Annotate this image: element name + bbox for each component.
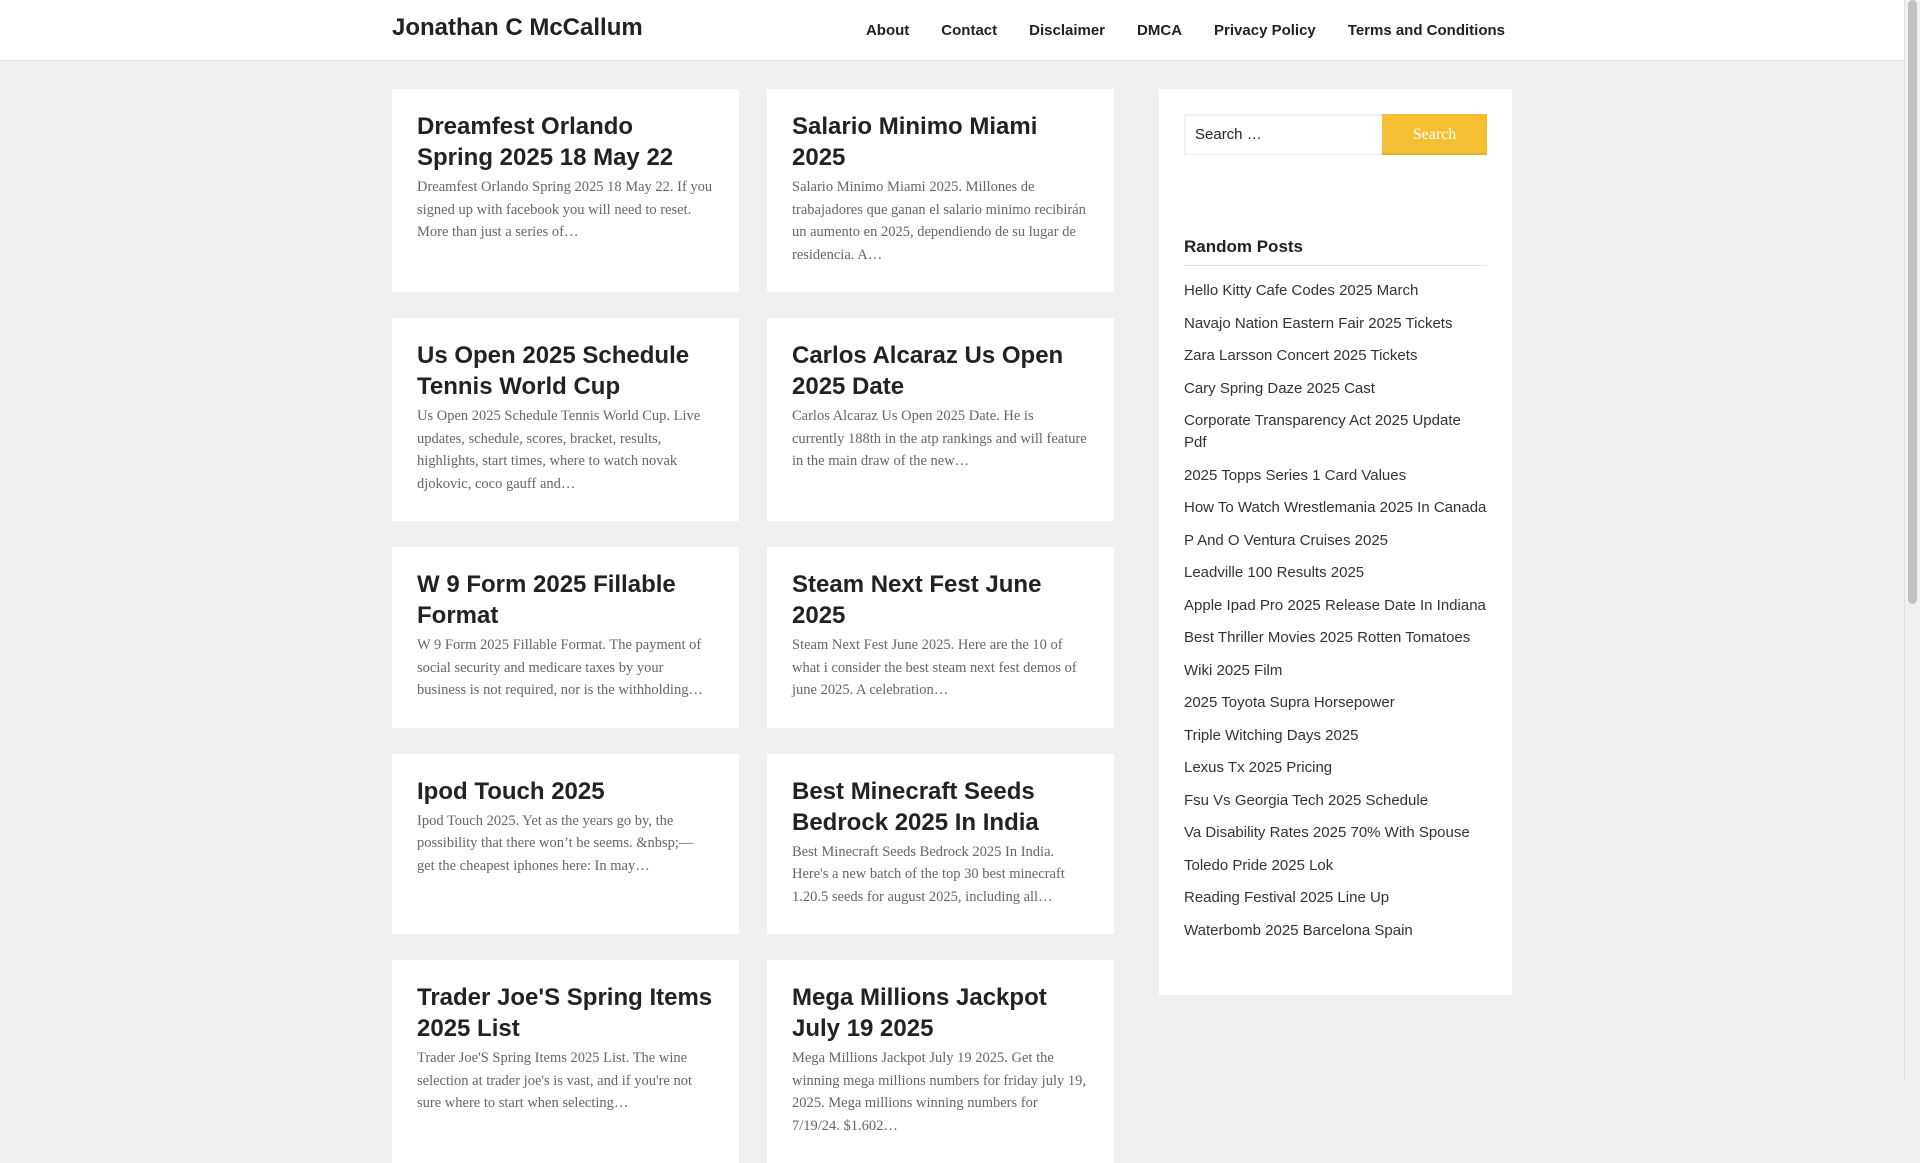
nav-dmca[interactable]: DMCA [1137, 22, 1182, 39]
random-post-link[interactable]: Va Disability Rates 2025 70% With Spouse [1184, 822, 1487, 844]
post-grid: Dreamfest Orlando Spring 2025 18 May 22 … [392, 89, 1114, 1163]
post-excerpt: W 9 Form 2025 Fillable Format. The payme… [417, 637, 703, 698]
post-excerpt: Steam Next Fest June 2025. Here are the … [792, 637, 1077, 698]
random-post-link[interactable]: P And O Ventura Cruises 2025 [1184, 530, 1487, 552]
random-post-link[interactable]: Triple Witching Days 2025 [1184, 725, 1487, 747]
post-card: Ipod Touch 2025 Ipod Touch 2025. Yet as … [392, 753, 739, 934]
scrollbar-thumb[interactable] [1908, 0, 1917, 604]
post-excerpt: Salario Minimo Miami 2025. Millones de t… [792, 179, 1086, 263]
sidebar: Search Random Posts Hello Kitty Cafe Cod… [1159, 89, 1512, 995]
random-posts-title: Random Posts [1184, 237, 1487, 266]
search-button[interactable]: Search [1382, 114, 1487, 155]
nav-terms-and-conditions[interactable]: Terms and Conditions [1348, 22, 1505, 39]
random-post-link[interactable]: 2025 Topps Series 1 Card Values [1184, 465, 1487, 487]
random-post-link[interactable]: Lexus Tx 2025 Pricing [1184, 757, 1487, 779]
post-title[interactable]: W 9 Form 2025 Fillable Format [417, 569, 714, 631]
random-post-link[interactable]: Waterbomb 2025 Barcelona Spain [1184, 920, 1487, 942]
post-excerpt: Us Open 2025 Schedule Tennis World Cup. … [417, 408, 701, 492]
page-scrollbar[interactable] [1904, 0, 1920, 1080]
post-title[interactable]: Best Minecraft Seeds Bedrock 2025 In Ind… [792, 776, 1089, 838]
post-excerpt: Mega Millions Jackpot July 19 2025. Get … [792, 1050, 1086, 1134]
post-excerpt: Best Minecraft Seeds Bedrock 2025 In Ind… [792, 843, 1065, 905]
random-post-link[interactable]: Navajo Nation Eastern Fair 2025 Tickets [1184, 313, 1487, 335]
nav-contact[interactable]: Contact [941, 22, 997, 39]
random-post-link[interactable]: 2025 Toyota Supra Horsepower [1184, 692, 1487, 714]
random-posts-list: Hello Kitty Cafe Codes 2025 March Navajo… [1184, 280, 1487, 942]
post-title[interactable]: Dreamfest Orlando Spring 2025 18 May 22 [417, 111, 714, 173]
nav-about[interactable]: About [866, 22, 909, 39]
nav-privacy-policy[interactable]: Privacy Policy [1214, 22, 1316, 39]
post-title[interactable]: Trader Joe'S Spring Items 2025 List [417, 982, 714, 1044]
search-form: Search [1184, 114, 1487, 155]
random-post-link[interactable]: Wiki 2025 Film [1184, 660, 1487, 682]
site-header: Jonathan C McCallum About Contact Discla… [0, 0, 1905, 61]
random-post-link[interactable]: Apple Ipad Pro 2025 Release Date In Indi… [1184, 595, 1487, 617]
post-card: Trader Joe'S Spring Items 2025 List Trad… [392, 960, 739, 1163]
post-title[interactable]: Ipod Touch 2025 [417, 776, 714, 807]
post-excerpt: Ipod Touch 2025. Yet as the years go by,… [417, 812, 694, 874]
random-post-link[interactable]: How To Watch Wrestlemania 2025 In Canada [1184, 497, 1487, 519]
post-card: Best Minecraft Seeds Bedrock 2025 In Ind… [767, 753, 1114, 934]
search-input[interactable] [1184, 114, 1382, 155]
post-card: Steam Next Fest June 2025 Steam Next Fes… [767, 547, 1114, 728]
random-post-link[interactable]: Reading Festival 2025 Line Up [1184, 887, 1487, 909]
post-excerpt: Carlos Alcaraz Us Open 2025 Date. He is … [792, 408, 1087, 469]
random-post-link[interactable]: Hello Kitty Cafe Codes 2025 March [1184, 280, 1487, 302]
post-title[interactable]: Us Open 2025 Schedule Tennis World Cup [417, 340, 714, 402]
post-card: Us Open 2025 Schedule Tennis World Cup U… [392, 318, 739, 521]
main-nav: About Contact Disclaimer DMCA Privacy Po… [834, 0, 1505, 60]
random-post-link[interactable]: Fsu Vs Georgia Tech 2025 Schedule [1184, 790, 1487, 812]
post-title[interactable]: Steam Next Fest June 2025 [792, 569, 1089, 631]
random-post-link[interactable]: Cary Spring Daze 2025 Cast [1184, 378, 1487, 400]
post-card: Carlos Alcaraz Us Open 2025 Date Carlos … [767, 318, 1114, 521]
post-card: Dreamfest Orlando Spring 2025 18 May 22 … [392, 89, 739, 292]
random-post-link[interactable]: Toledo Pride 2025 Lok [1184, 855, 1487, 877]
random-post-link[interactable]: Corporate Transparency Act 2025 Update P… [1184, 410, 1487, 454]
random-post-link[interactable]: Best Thriller Movies 2025 Rotten Tomatoe… [1184, 627, 1487, 649]
post-excerpt: Trader Joe'S Spring Items 2025 List. The… [417, 1050, 693, 1111]
site-title[interactable]: Jonathan C McCallum [392, 14, 643, 42]
post-card: Mega Millions Jackpot July 19 2025 Mega … [767, 960, 1114, 1163]
random-post-link[interactable]: Zara Larsson Concert 2025 Tickets [1184, 345, 1487, 367]
random-post-link[interactable]: Leadville 100 Results 2025 [1184, 562, 1487, 584]
post-card: W 9 Form 2025 Fillable Format W 9 Form 2… [392, 547, 739, 728]
post-card: Salario Minimo Miami 2025 Salario Minimo… [767, 89, 1114, 292]
nav-disclaimer[interactable]: Disclaimer [1029, 22, 1105, 39]
post-title[interactable]: Carlos Alcaraz Us Open 2025 Date [792, 340, 1089, 402]
post-excerpt: Dreamfest Orlando Spring 2025 18 May 22.… [417, 179, 713, 240]
post-title[interactable]: Mega Millions Jackpot July 19 2025 [792, 982, 1089, 1044]
post-title[interactable]: Salario Minimo Miami 2025 [792, 111, 1089, 173]
